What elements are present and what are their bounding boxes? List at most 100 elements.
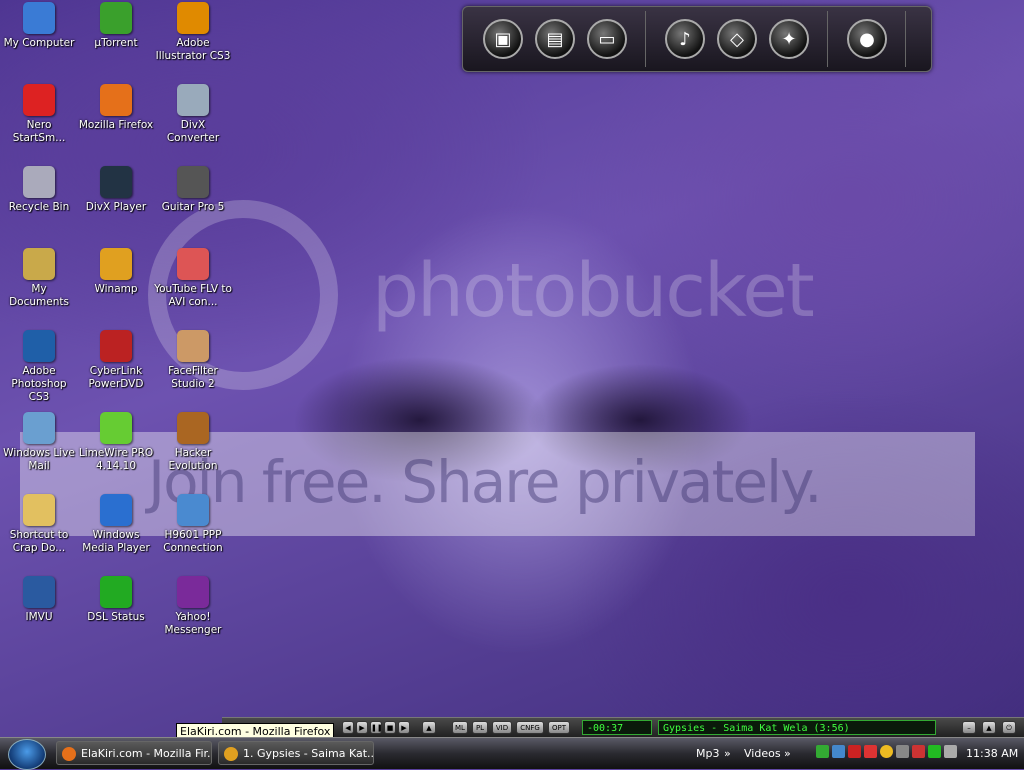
desktop-icon-label: DivX Converter <box>166 119 220 144</box>
dock-bar: ▣ ▤ ▭ ♪ ◇ ✦ ● <box>462 6 932 72</box>
play-button[interactable]: ▶ <box>356 721 368 734</box>
yahoo-messenger-icon <box>177 576 209 608</box>
winamp-player-bar: ◀ ▶ ❚❚ ■ ▶ ▲ ML PL VID CNFG OPT -00:37 G… <box>222 717 1024 738</box>
player-track-title[interactable]: Gypsies - Saima Kat Wela (3:56) <box>658 720 936 735</box>
desktop-icon[interactable]: CyberLink PowerDVD <box>77 328 155 406</box>
desktop-icon-label: µTorrent <box>94 37 138 49</box>
desktop-icon[interactable]: Winamp <box>77 246 155 324</box>
messenger-icon[interactable] <box>880 745 893 758</box>
desktop-icon[interactable]: Hacker Evolution <box>154 410 232 488</box>
desktop-icon[interactable]: My Documents <box>0 246 78 324</box>
minimize-button[interactable]: – <box>962 721 976 734</box>
player-button-vid[interactable]: VID <box>492 721 512 734</box>
desktop-icon[interactable]: Mozilla Firefox <box>77 82 155 160</box>
watermark-brand: photobucket <box>372 248 815 334</box>
computer-icon <box>23 2 55 34</box>
dock-butterfly-icon[interactable]: ✦ <box>769 19 809 59</box>
desktop-icon[interactable]: YouTube FLV to AVI con... <box>154 246 232 324</box>
facefilter-icon <box>177 330 209 362</box>
dock-windows-icon[interactable]: ▣ <box>483 19 523 59</box>
desktop-icon[interactable]: Recycle Bin <box>0 164 78 242</box>
player-button-pl[interactable]: PL <box>472 721 488 734</box>
desktop-icon-label: FaceFilter Studio 2 <box>168 365 218 390</box>
toolbar-link-mp3[interactable]: Mp3 <box>696 747 719 760</box>
folder-icon <box>23 248 55 280</box>
dock-separator <box>905 11 906 67</box>
desktop-icon[interactable]: DivX Converter <box>154 82 232 160</box>
speaker-icon[interactable] <box>896 745 909 758</box>
prev-button[interactable]: ◀ <box>342 721 354 734</box>
folder-shortcut-icon <box>23 494 55 526</box>
dsl-status-icon[interactable] <box>928 745 941 758</box>
desktop-icon[interactable]: Guitar Pro 5 <box>154 164 232 242</box>
player-button-opt[interactable]: OPT <box>548 721 570 734</box>
toolbar-link-videos[interactable]: Videos <box>744 747 781 760</box>
task-label: ElaKiri.com - Mozilla Fir... <box>81 747 212 760</box>
desktop-icon[interactable]: Adobe Photoshop CS3 <box>0 328 78 406</box>
task-button-winamp[interactable]: 1. Gypsies - Saima Kat... <box>218 741 374 765</box>
desktop-icon[interactable]: µTorrent <box>77 0 155 78</box>
network-icon[interactable] <box>832 745 845 758</box>
desktop: photobucket Join free. Share privately. … <box>0 0 1024 736</box>
desktop-icon[interactable]: H9601 PPP Connection <box>154 492 232 570</box>
pause-button[interactable]: ❚❚ <box>370 721 383 734</box>
player-button-cnfg[interactable]: CNFG <box>516 721 544 734</box>
desktop-icon-label: Adobe Photoshop CS3 <box>11 365 67 403</box>
desktop-icon[interactable]: LimeWire PRO 4.14.10 <box>77 410 155 488</box>
desktop-icon[interactable]: Windows Live Mail <box>0 410 78 488</box>
desktop-icon-label: Recycle Bin <box>8 201 70 213</box>
chevron-icon[interactable]: » <box>724 747 731 760</box>
limewire-icon <box>100 412 132 444</box>
desktop-icon[interactable]: Nero StartSm... <box>0 82 78 160</box>
desktop-icon[interactable]: Windows Media Player <box>77 492 155 570</box>
system-tray <box>812 743 962 763</box>
desktop-icon-label: Yahoo! Messenger <box>164 611 222 636</box>
dock-documents-icon[interactable]: ▤ <box>535 19 575 59</box>
dsl-status-icon <box>100 576 132 608</box>
power-icon[interactable]: ⏻ <box>1002 721 1016 734</box>
desktop-icon-label: H9601 PPP Connection <box>163 529 223 554</box>
security-icon[interactable] <box>864 745 877 758</box>
maximize-button[interactable]: ▲ <box>982 721 996 734</box>
user-icon[interactable] <box>816 745 829 758</box>
desktop-icon-label: DSL Status <box>87 611 145 623</box>
hacker-evolution-icon <box>177 412 209 444</box>
eject-button[interactable]: ▲ <box>422 721 436 734</box>
desktop-icon-label: LimeWire PRO 4.14.10 <box>78 447 154 472</box>
recycle-bin-icon <box>23 166 55 198</box>
desktop-icon[interactable]: Adobe Illustrator CS3 <box>154 0 232 78</box>
chevron-icon[interactable]: » <box>784 747 791 760</box>
dock-shapes-icon[interactable]: ◇ <box>717 19 757 59</box>
mail-icon <box>23 412 55 444</box>
connection-icon[interactable] <box>944 745 957 758</box>
desktop-icon-label: Windows Live Mail <box>3 447 75 472</box>
desktop-icon[interactable]: FaceFilter Studio 2 <box>154 328 232 406</box>
desktop-icon-label: Guitar Pro 5 <box>161 201 225 213</box>
desktop-icon-label: Mozilla Firefox <box>78 119 154 131</box>
illustrator-icon <box>177 2 209 34</box>
clock[interactable]: 11:38 AM <box>966 747 1018 760</box>
desktop-icon[interactable]: DSL Status <box>77 574 155 652</box>
player-button-ml[interactable]: ML <box>452 721 468 734</box>
desktop-icon-label: Windows Media Player <box>82 529 150 554</box>
winamp-icon <box>224 747 238 761</box>
alert-icon[interactable] <box>912 745 925 758</box>
divx-player-icon <box>100 166 132 198</box>
start-button[interactable] <box>8 739 46 770</box>
task-button-firefox[interactable]: ElaKiri.com - Mozilla Fir... <box>56 741 212 765</box>
stop-button[interactable]: ■ <box>384 721 396 734</box>
photoshop-icon <box>23 330 55 362</box>
desktop-icon-label: My Documents <box>9 283 69 308</box>
desktop-icon[interactable]: Shortcut to Crap Do... <box>0 492 78 570</box>
nero-icon <box>23 84 55 116</box>
desktop-icon[interactable]: Yahoo! Messenger <box>154 574 232 652</box>
dock-firefox-icon[interactable]: ● <box>847 19 887 59</box>
next-button[interactable]: ▶ <box>398 721 410 734</box>
dock-drive-icon[interactable]: ▭ <box>587 19 627 59</box>
desktop-icon[interactable]: My Computer <box>0 0 78 78</box>
desktop-icon[interactable]: IMVU <box>0 574 78 652</box>
dock-separator <box>827 11 828 67</box>
desktop-icon[interactable]: DivX Player <box>77 164 155 242</box>
dock-music-icon[interactable]: ♪ <box>665 19 705 59</box>
antivirus-icon[interactable] <box>848 745 861 758</box>
